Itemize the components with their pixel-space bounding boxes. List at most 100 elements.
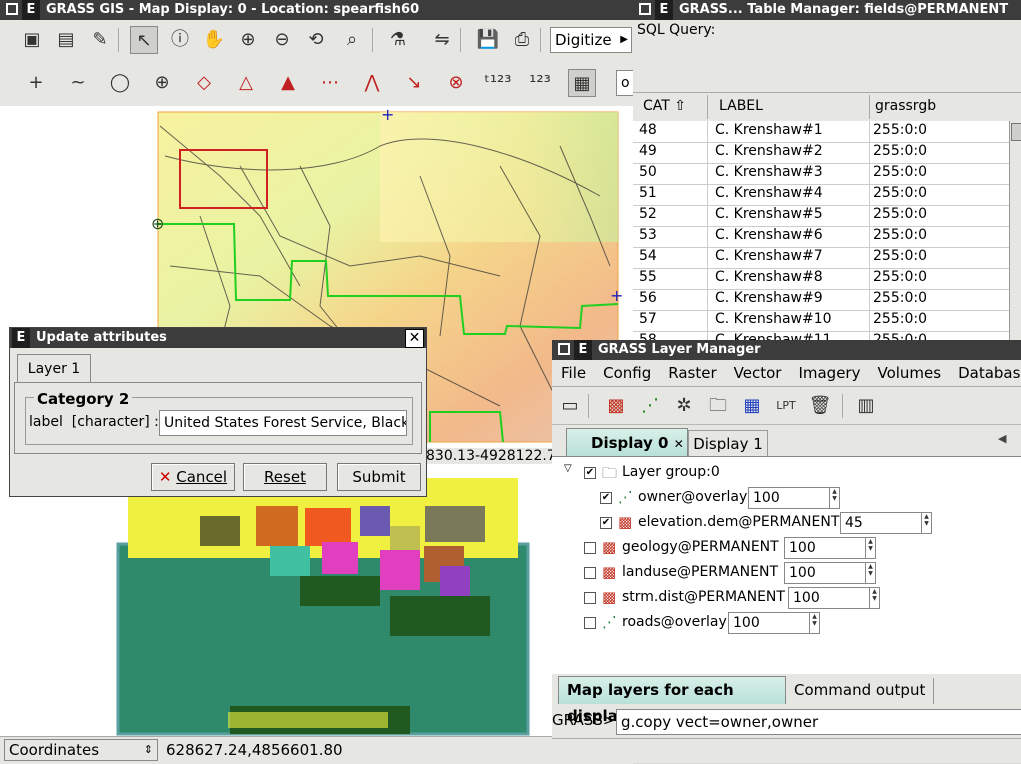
pointer-icon[interactable]: ↖ (130, 26, 158, 54)
query-icon[interactable]: ⓘ (166, 26, 194, 54)
add-raster-icon[interactable]: ▩ (602, 392, 630, 420)
add-grid-icon[interactable]: ▦ (738, 392, 766, 420)
mode-select[interactable]: Digitize ▶ (550, 27, 632, 53)
display-cats-icon[interactable]: ¹²³ (526, 69, 554, 97)
attribute-table-icon[interactable]: ▥ (852, 392, 880, 420)
reset-button[interactable]: Reset (243, 463, 327, 491)
window-menu-icon[interactable] (6, 3, 18, 15)
column-header-label[interactable]: LABEL (719, 98, 869, 114)
analyze-icon[interactable]: ⚗ (384, 26, 412, 54)
opacity-input[interactable]: 100 ▲ ▼ (788, 587, 880, 609)
e-icon[interactable]: E (574, 340, 592, 360)
window-menu-icon[interactable] (639, 3, 651, 15)
layer-group-row[interactable]: ✔ 🗀 Layer group:0 (552, 461, 1021, 486)
overlay-decor-icon[interactable]: ⇋ (428, 26, 456, 54)
opacity-input[interactable]: 100 ▲ ▼ (748, 487, 840, 509)
table-row[interactable]: 51 C. Krenshaw#4 255:0:0 (633, 184, 1009, 206)
table-row[interactable]: 56 C. Krenshaw#9 255:0:0 (633, 289, 1009, 311)
spinner-arrows-icon[interactable]: ▲ ▼ (869, 588, 879, 608)
opacity-input[interactable]: 100 ▲ ▼ (784, 537, 876, 559)
add-line-icon[interactable]: ~ (64, 69, 92, 97)
zoom-menu-icon[interactable]: ⌕ (338, 26, 366, 54)
cancel-button[interactable]: ✕ Cancel (151, 463, 235, 491)
menu-item-database[interactable]: Database (949, 360, 1021, 382)
delete-layer-icon[interactable]: 🗑 (806, 392, 834, 420)
opacity-input[interactable]: 45 ▲ ▼ (840, 512, 932, 534)
overlay-icon[interactable]: ▤ (52, 26, 80, 54)
layer-icon[interactable]: ▣ (18, 26, 46, 54)
add-vertex-icon[interactable]: ◇ (190, 69, 218, 97)
add-centroid-icon[interactable]: ⊕ (148, 69, 176, 97)
menu-item-config[interactable]: Config (594, 360, 659, 382)
layer-checkbox[interactable] (584, 567, 596, 579)
spinner-arrows-icon[interactable]: ▲ ▼ (865, 563, 875, 583)
table-row[interactable]: 49 C. Krenshaw#2 255:0:0 (633, 142, 1009, 164)
dialog-titlebar[interactable]: E Update attributes (10, 328, 426, 348)
dialog-close-button[interactable]: ✕ (405, 329, 424, 348)
spinner-arrows-icon[interactable]: ▲ ▼ (829, 488, 839, 508)
delete-feature-icon[interactable]: ⊗ (442, 69, 470, 97)
menu-item-volumes[interactable]: Volumes (868, 360, 949, 382)
menu-item-imagery[interactable]: Imagery (789, 360, 868, 382)
spinner-arrows-icon[interactable]: ▲ ▼ (809, 613, 819, 633)
menu-item-raster[interactable]: Raster (659, 360, 724, 382)
split-line-icon[interactable]: ⋯ (316, 69, 344, 97)
add-point-icon[interactable]: + (22, 69, 50, 97)
table-row[interactable]: 58 C. Krenshaw#11 255:0:0 (633, 331, 1009, 340)
layer-checkbox[interactable] (584, 617, 596, 629)
move-vertex-icon[interactable]: △ (232, 69, 260, 97)
column-header-cat[interactable]: CAT ⇧ (643, 98, 711, 114)
display-attributes-icon[interactable]: ▦ (568, 69, 596, 97)
table-row[interactable]: 53 C. Krenshaw#6 255:0:0 (633, 226, 1009, 248)
erase-icon[interactable]: ✎ (86, 26, 114, 54)
pan-icon[interactable]: ✋ (200, 26, 228, 54)
label-input[interactable]: United States Forest Service, Black (159, 410, 407, 436)
open-folder-icon[interactable]: 🗀 (704, 392, 732, 420)
table-row[interactable]: 48 C. Krenshaw#1 255:0:0 (633, 121, 1009, 143)
table-scrollbar[interactable] (1009, 121, 1021, 340)
e-icon[interactable]: E (22, 0, 40, 20)
status-mode-select[interactable]: Coordinates ⇕ (4, 739, 158, 761)
table-manager-titlebar[interactable]: E GRASS... Table Manager: fields@PERMANEN… (633, 0, 1021, 20)
spinner-arrows-icon[interactable]: ▲ ▼ (921, 513, 931, 533)
remove-vertex-icon[interactable]: ▲ (274, 69, 302, 97)
tab-scroll-left-icon[interactable]: ◀ (998, 432, 1006, 445)
new-display-icon[interactable]: ▭ (556, 392, 584, 420)
save-icon[interactable]: 💾 (474, 26, 502, 54)
layer-checkbox[interactable] (584, 542, 596, 554)
layer-checkbox[interactable]: ✔ (600, 492, 612, 504)
table-row[interactable]: 52 C. Krenshaw#5 255:0:0 (633, 205, 1009, 227)
layer-checkbox[interactable]: ✔ (600, 517, 612, 529)
layer-checkbox[interactable]: ✔ (584, 467, 596, 479)
move-feature-icon[interactable]: ↘ (400, 69, 428, 97)
layer-row[interactable]: ▩ strm.dist@PERMANENT 100 ▲ ▼ (552, 586, 1021, 611)
table-row[interactable]: 54 C. Krenshaw#7 255:0:0 (633, 247, 1009, 269)
layer-row[interactable]: ✔ ⋰ owner@overlay 100 ▲ ▼ (552, 486, 1021, 511)
zoom-in-icon[interactable]: ⊕ (234, 26, 262, 54)
dialog-tab-layer1[interactable]: Layer 1 (17, 354, 91, 383)
add-boundary-icon[interactable]: ◯ (106, 69, 134, 97)
add-overlay-icon[interactable]: ✲ (670, 392, 698, 420)
tab-display-1[interactable]: Display 1 (688, 430, 768, 457)
table-row[interactable]: 55 C. Krenshaw#8 255:0:0 (633, 268, 1009, 290)
scrollbar-thumb[interactable] (1011, 123, 1021, 141)
tab-command-output[interactable]: Command output (786, 678, 934, 704)
add-label-icon[interactable]: LPT (772, 392, 800, 420)
table-row[interactable]: 50 C. Krenshaw#3 255:0:0 (633, 163, 1009, 185)
copy-cats-icon[interactable]: ᵗ¹²³ (484, 69, 512, 97)
opacity-input[interactable]: 100 ▲ ▼ (728, 612, 820, 634)
tab-close-icon[interactable]: ✕ (674, 437, 684, 451)
layer-manager-titlebar[interactable]: E GRASS Layer Manager (552, 340, 1021, 360)
zoom-back-icon[interactable]: ⟲ (302, 26, 330, 54)
print-icon[interactable]: ⎙ (508, 26, 536, 54)
menu-item-file[interactable]: File (552, 360, 594, 382)
menu-item-vector[interactable]: Vector (725, 360, 790, 382)
window-menu-icon[interactable] (558, 343, 570, 355)
tab-map-layers[interactable]: Map layers for each display (558, 676, 786, 725)
e-icon[interactable]: E (655, 0, 673, 20)
spinner-arrows-icon[interactable]: ▲ ▼ (865, 538, 875, 558)
command-input[interactable]: g.copy vect=owner,owner (616, 709, 1021, 735)
add-vector-icon[interactable]: ⋰ (636, 392, 664, 420)
e-icon[interactable]: E (12, 328, 30, 348)
map-display-titlebar[interactable]: E GRASS GIS - Map Display: 0 - Location: … (0, 0, 633, 20)
